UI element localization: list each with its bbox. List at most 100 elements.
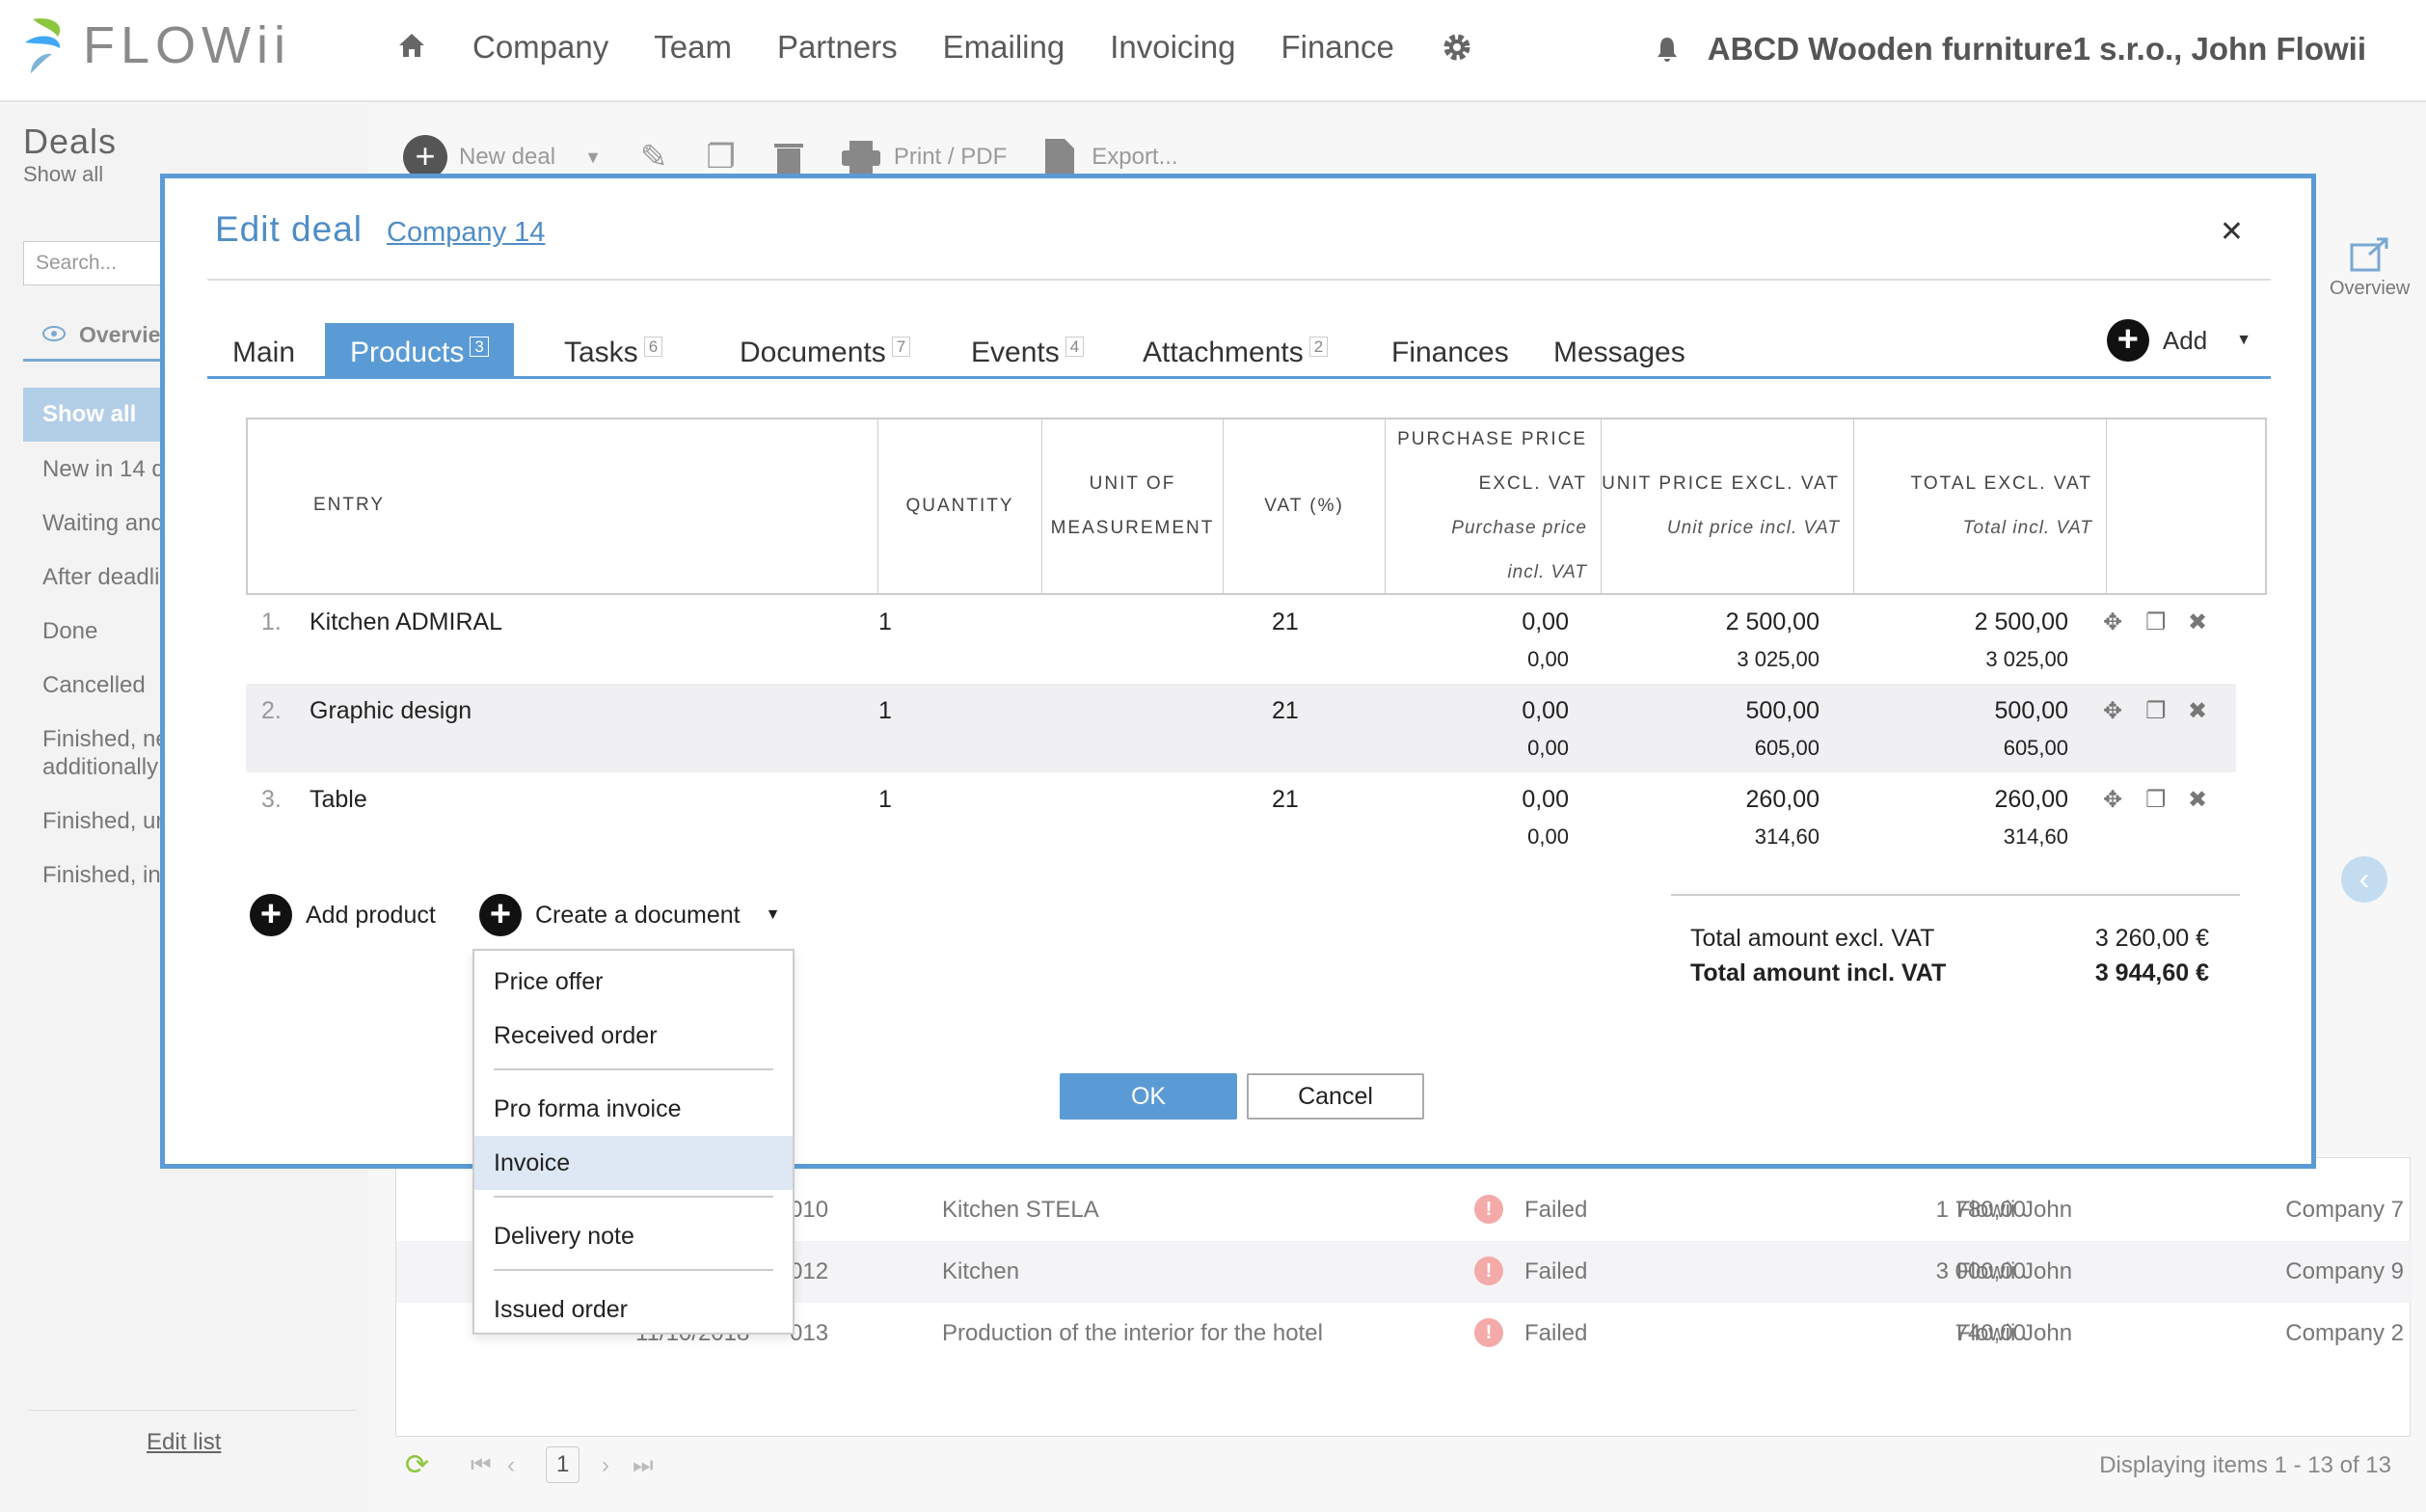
tab-messages[interactable]: Messages [1528,323,1711,376]
col-entry[interactable]: ENTRY [248,419,878,593]
move-icon[interactable]: ✥ [2103,608,2122,636]
purchase-price[interactable]: 0,00 [1522,786,1569,814]
menu-item-issued-order[interactable]: Issued order [474,1282,793,1336]
edit-icon[interactable]: ✎ [640,138,668,176]
product-row[interactable]: 3. Table 1 21 0,00 0,00 260,00 314,60 26… [246,772,2236,861]
row-number: 3. [261,786,282,813]
tab-documents[interactable]: Documents 7 [714,323,935,376]
unit-price[interactable]: 260,00 [1746,786,1820,814]
user-box[interactable]: ABCD Wooden furniture1 s.r.o., John Flow… [1656,31,2366,68]
menu-item-price-offer[interactable]: Price offer [474,955,793,1009]
menu-item-pro-forma-invoice[interactable]: Pro forma invoice [474,1082,793,1136]
create-document-label: Create a document [535,901,741,929]
first-page-icon[interactable]: ⏮ [471,1452,492,1479]
duplicate-icon[interactable]: ❐ [2145,786,2167,814]
nav-invoicing[interactable]: Invoicing [1110,29,1235,66]
product-quantity[interactable]: 1 [878,608,892,636]
add-button[interactable]: + Add ▼ [2106,319,2251,362]
move-icon[interactable]: ✥ [2103,786,2122,814]
total-price-incl: 314,60 [2003,824,2068,849]
export-button[interactable]: Export... [1045,139,1178,176]
delete-icon[interactable]: ✖ [2188,608,2207,636]
caret-down-icon[interactable]: ▼ [2236,332,2251,349]
purchase-price[interactable]: 0,00 [1522,697,1569,725]
plus-icon: + [2106,319,2149,362]
chevron-left-icon[interactable]: ‹ [2341,856,2387,903]
tab-attachments[interactable]: Attachments 2 [1118,323,1353,376]
modal-tabs: Main Products 3 Tasks 6 Documents 7 Events 4… [207,319,2271,379]
total-price: 500,00 [1994,697,2068,724]
copy-icon[interactable]: ❐ [706,138,735,176]
deal-owner: Flowii John [1956,1320,2073,1346]
last-page-icon[interactable]: ⏭ [633,1452,654,1479]
product-row[interactable]: 2. Graphic design 1 21 0,00 0,00 500,00 … [246,684,2236,772]
prev-page-icon[interactable]: ‹ [507,1452,515,1479]
printer-icon [841,141,880,174]
duplicate-icon[interactable]: ❐ [2145,608,2167,636]
eye-icon [42,326,66,341]
col-vat[interactable]: VAT (%) [1224,419,1386,593]
unit-price[interactable]: 500,00 [1746,697,1820,725]
col-quantity[interactable]: QUANTITY [878,419,1042,593]
company-link[interactable]: Company 14 [387,217,545,249]
menu-separator [494,1269,773,1271]
delete-icon[interactable]: ✖ [2188,697,2207,725]
new-deal-label: New deal [459,144,556,170]
home-icon[interactable] [397,32,426,59]
menu-item-delivery-note[interactable]: Delivery note [474,1209,793,1263]
product-quantity[interactable]: 1 [878,786,892,814]
caret-down-icon[interactable]: ▼ [766,906,781,924]
product-vat[interactable]: 21 [1272,786,1299,814]
nav-team[interactable]: Team [654,29,732,66]
product-vat[interactable]: 21 [1272,608,1299,636]
trash-icon[interactable] [773,141,803,174]
pager-info: Displaying items 1 - 13 of 13 [2099,1452,2391,1478]
nav-company[interactable]: Company [472,29,608,66]
nav-partners[interactable]: Partners [777,29,898,66]
add-product-button[interactable]: + Add product [250,894,436,936]
cancel-button[interactable]: Cancel [1247,1073,1424,1120]
product-vat[interactable]: 21 [1272,697,1299,725]
tab-main[interactable]: Main [207,323,320,376]
ok-button[interactable]: OK [1060,1073,1237,1120]
product-name[interactable]: Graphic design [310,697,472,725]
menu-item-invoice[interactable]: Invoice [474,1136,793,1190]
user-name[interactable]: ABCD Wooden furniture1 s.r.o., John Flow… [1708,31,2366,68]
bell-icon[interactable] [1656,36,1679,63]
purchase-price-incl: 0,00 [1527,647,1569,671]
caret-down-icon[interactable]: ▼ [584,148,602,168]
product-row[interactable]: 1. Kitchen ADMIRAL 1 21 0,00 0,00 2 500,… [246,595,2236,684]
tab-finances[interactable]: Finances [1366,323,1534,376]
nav-emailing[interactable]: Emailing [943,29,1065,66]
tab-products[interactable]: Products 3 [325,323,514,376]
close-icon[interactable]: ✕ [2220,215,2244,249]
product-name[interactable]: Table [310,786,367,814]
edit-list-link[interactable]: Edit list [147,1429,221,1456]
page-number[interactable]: 1 [546,1446,580,1483]
print-button[interactable]: Print / PDF [841,141,1007,174]
logo[interactable]: FLOWii [23,15,291,75]
purchase-price[interactable]: 0,00 [1522,608,1569,636]
create-document-button[interactable]: + Create a document ▼ [479,894,780,936]
right-overview-button[interactable]: Overview [2330,237,2410,300]
menu-item-received-order[interactable]: Received order [474,1009,793,1063]
unit-price[interactable]: 2 500,00 [1726,608,1820,636]
duplicate-icon[interactable]: ❐ [2145,697,2167,725]
next-page-icon[interactable]: › [602,1452,609,1479]
alert-icon: ! [1474,1318,1503,1347]
col-unit[interactable]: UNIT OF MEASUREMENT [1042,419,1224,593]
delete-icon[interactable]: ✖ [2188,786,2207,814]
gear-icon[interactable] [1442,32,1472,63]
col-purchase-price[interactable]: PURCHASE PRICE EXCL. VAT Purchase price inc… [1386,419,1602,593]
product-name[interactable]: Kitchen ADMIRAL [310,608,502,636]
col-unit-price[interactable]: UNIT PRICE EXCL. VAT Unit price incl. VAT [1602,419,1854,593]
product-quantity[interactable]: 1 [878,697,892,725]
col-total[interactable]: TOTAL EXCL. VAT Total incl. VAT [1854,419,2107,593]
move-icon[interactable]: ✥ [2103,697,2122,725]
refresh-icon[interactable]: ⟳ [405,1448,429,1482]
nav-finance[interactable]: Finance [1280,29,1393,66]
deal-number: 013 [790,1320,829,1346]
total-price: 260,00 [1994,786,2068,813]
tab-events[interactable]: Events 4 [946,323,1109,376]
tab-tasks[interactable]: Tasks 6 [539,323,687,376]
